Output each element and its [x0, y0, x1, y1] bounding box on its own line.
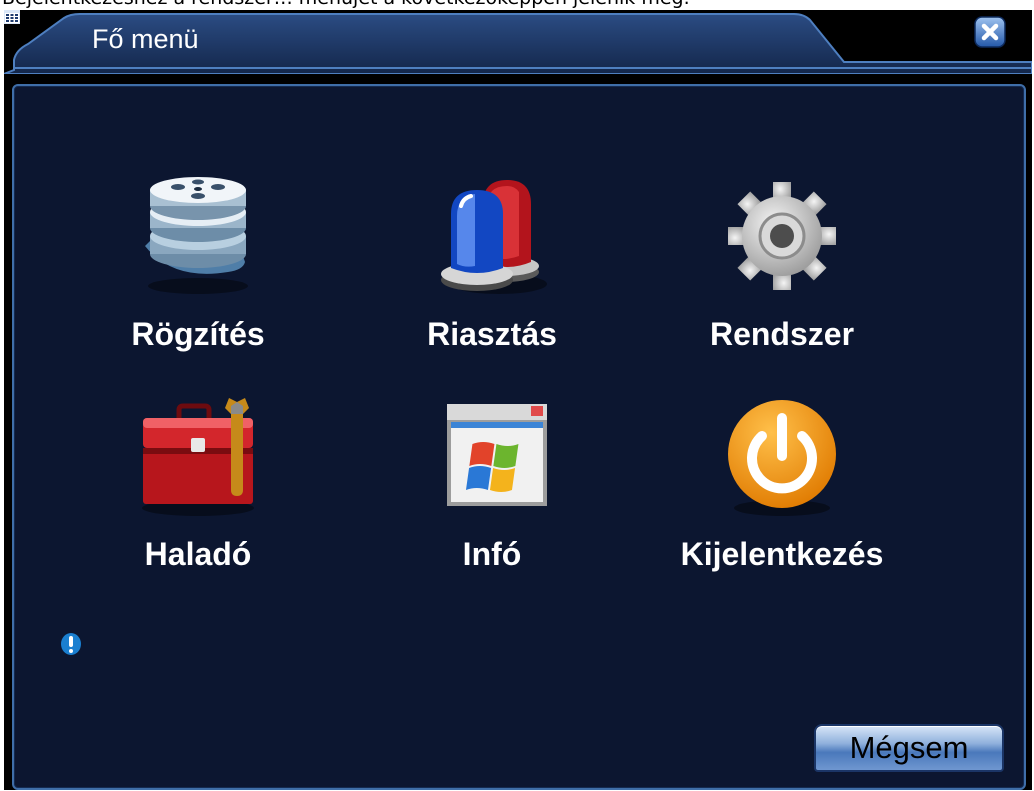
menu-panel: Rögzítés Riasztás Rendszer Haladó Infó K…	[12, 84, 1026, 790]
film-reel-icon	[145, 177, 248, 294]
info-icon	[61, 633, 81, 655]
menu-item-label: Rendszer	[709, 316, 855, 352]
menu-item-system[interactable]: Rendszer	[652, 176, 912, 376]
menu-item-label: Infó	[462, 536, 522, 572]
toolbox-icon	[142, 398, 254, 516]
window-title: Fő menü	[92, 24, 199, 54]
menu-item-label: Rögzítés	[131, 316, 265, 352]
window-logo-icon	[447, 404, 547, 506]
main-menu-window: Fő menü Rögzítés Riasztás Rendszer Halad…	[4, 10, 1032, 790]
menu-item-label: Kijelentkezés	[680, 536, 884, 572]
cancel-button-label: Mégsem	[849, 730, 969, 765]
menu-item-advanced[interactable]: Haladó	[68, 396, 328, 596]
menu-item-logout[interactable]: Kijelentkezés	[652, 396, 912, 596]
menu-item-label: Haladó	[144, 536, 252, 572]
power-icon	[728, 400, 836, 516]
menu-item-label: Riasztás	[427, 316, 557, 352]
menu-item-info[interactable]: Infó	[362, 396, 622, 596]
alarm-siren-icon	[441, 180, 547, 294]
gear-icon	[728, 182, 836, 290]
grid-menu-icon	[4, 10, 20, 24]
cancel-button[interactable]: Mégsem	[814, 724, 1004, 772]
close-icon	[974, 16, 1006, 48]
page-caption-text: Bejelentkezéshez a rendszer… menüjét a k…	[2, 0, 690, 9]
menu-item-recording[interactable]: Rögzítés	[68, 176, 328, 376]
menu-item-alarm[interactable]: Riasztás	[362, 176, 622, 376]
title-bar: Fő menü	[4, 10, 1032, 74]
close-button[interactable]	[974, 16, 1006, 48]
